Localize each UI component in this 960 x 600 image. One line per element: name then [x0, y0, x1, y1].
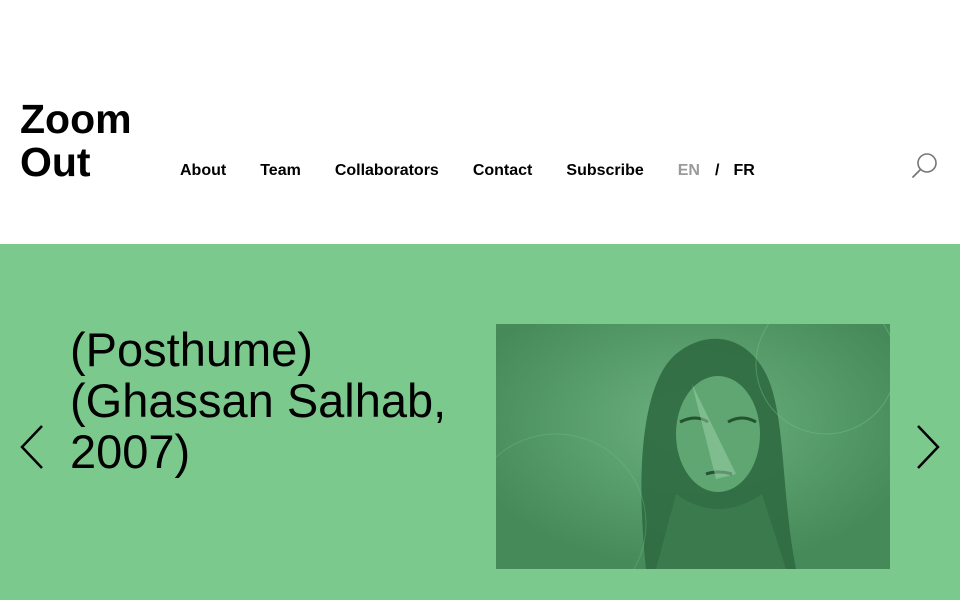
search-icon [912, 153, 937, 178]
zoom-out-logo[interactable]: Zoom Out [20, 96, 145, 180]
nav-subscribe-link[interactable]: Subscribe [566, 162, 643, 180]
main-navigation: About Team Collaborators Contact Subscri… [180, 160, 755, 182]
nav-team-link[interactable]: Team [260, 162, 301, 180]
logo-line-1: Zoom [20, 96, 132, 142]
language-fr-link[interactable]: FR [733, 162, 754, 180]
featured-slider: (Posthume) (Ghassan Salhab, 2007) [0, 244, 960, 600]
language-switcher: EN / FR [678, 162, 755, 180]
chevron-right-icon [917, 425, 940, 469]
previous-slide-button[interactable] [18, 424, 46, 470]
nav-contact-link[interactable]: Contact [473, 162, 533, 180]
language-en-link[interactable]: EN [678, 162, 700, 180]
next-slide-button[interactable] [914, 424, 942, 470]
search-button[interactable] [910, 151, 940, 181]
film-still-image [496, 324, 890, 569]
logo-line-2: Out [20, 139, 91, 180]
slide-title[interactable]: (Posthume) (Ghassan Salhab, 2007) [70, 324, 480, 477]
slide-image[interactable] [496, 324, 890, 569]
nav-about-link[interactable]: About [180, 162, 226, 180]
site-header: Zoom Out About Team Collaborators Contac… [0, 0, 960, 244]
language-separator: / [714, 162, 720, 179]
chevron-left-icon [20, 425, 43, 469]
nav-collaborators-link[interactable]: Collaborators [335, 162, 439, 180]
